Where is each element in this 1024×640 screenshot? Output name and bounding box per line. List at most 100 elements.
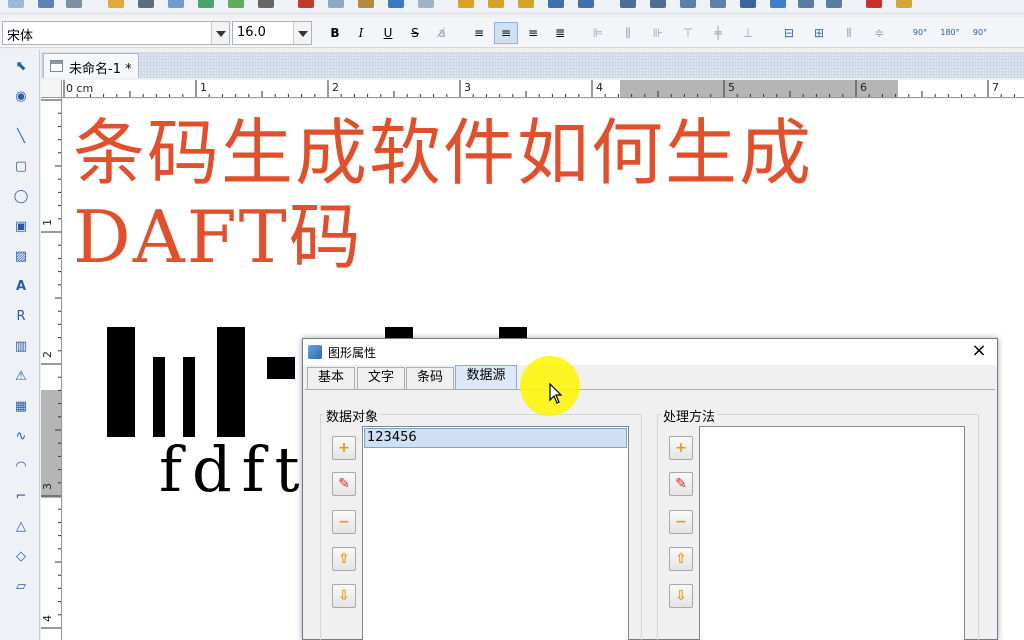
obj-align-left-button[interactable]: ⊫: [586, 22, 610, 44]
align-left-button[interactable]: ≡: [467, 22, 491, 44]
image-tool[interactable]: ▣: [10, 216, 32, 238]
strikethrough-button[interactable]: S: [403, 22, 427, 44]
group-icon[interactable]: [680, 0, 696, 8]
database-icon[interactable]: [198, 0, 214, 8]
align-right-icon: ≡: [527, 26, 539, 40]
undo-icon[interactable]: [388, 0, 404, 8]
remove-data-object-button[interactable]: −: [332, 510, 356, 534]
bold-button[interactable]: B: [323, 22, 347, 44]
zoom-in-icon[interactable]: [458, 0, 474, 8]
obj-align-middle-button[interactable]: ╪: [706, 22, 730, 44]
tab-basic[interactable]: 基本: [307, 367, 355, 389]
save-icon[interactable]: [38, 0, 54, 8]
zoom-fit-icon[interactable]: [518, 0, 534, 8]
text-effect-button[interactable]: a̸: [430, 22, 454, 44]
diamond-tool[interactable]: ◇: [10, 546, 32, 568]
rich-text-tool[interactable]: R: [10, 306, 32, 328]
select-pointer-tool[interactable]: ⬉: [10, 56, 32, 78]
back-icon[interactable]: [650, 0, 666, 8]
text-effect-icon: a̸: [438, 26, 446, 40]
pan-tool[interactable]: ◉: [10, 86, 32, 108]
ruler-v-tick-label: 4: [41, 615, 54, 622]
ungroup-icon[interactable]: [710, 0, 726, 8]
rotate-90-button[interactable]: 90°: [908, 22, 932, 44]
preview-icon[interactable]: [168, 0, 184, 8]
align-icon[interactable]: [798, 0, 814, 8]
rfid-tool[interactable]: ⚠: [10, 366, 32, 388]
polyline-tool[interactable]: ⌐: [10, 486, 32, 508]
tab-text[interactable]: 文字: [357, 367, 405, 389]
obj-align-hcenter-button[interactable]: ⫼: [616, 22, 640, 44]
parallelogram-tool[interactable]: ▱: [10, 576, 32, 598]
lock-icon[interactable]: [740, 0, 756, 8]
text-tool[interactable]: A: [10, 276, 32, 298]
arc-tool[interactable]: ◠: [10, 456, 32, 478]
print-icon[interactable]: [138, 0, 154, 8]
remove-processing-button[interactable]: −: [669, 510, 693, 534]
rectangle-tool[interactable]: ▢: [10, 156, 32, 178]
help-icon[interactable]: [896, 0, 912, 8]
layer-icon[interactable]: [770, 0, 786, 8]
space-horizontal-button[interactable]: ⫴: [837, 22, 861, 44]
export-icon[interactable]: [578, 0, 594, 8]
obj-align-bottom-button[interactable]: ⊥: [736, 22, 760, 44]
move-down-data-object-button[interactable]: ⇩: [332, 584, 356, 608]
align-right-button[interactable]: ≡: [521, 22, 545, 44]
center-horizontal-button[interactable]: ⊟: [777, 22, 801, 44]
add-processing-button[interactable]: +: [669, 436, 693, 460]
chevron-down-icon[interactable]: [211, 22, 229, 44]
link-icon[interactable]: [228, 0, 244, 8]
align-center-button[interactable]: ≡: [494, 22, 518, 44]
rotate-270-button[interactable]: 90°: [968, 22, 992, 44]
list-item[interactable]: 123456: [364, 428, 627, 448]
space-vertical-icon: ≑: [873, 26, 885, 40]
distribute-icon[interactable]: [826, 0, 842, 8]
new-icon[interactable]: [8, 0, 24, 8]
curve-tool[interactable]: ∿: [10, 426, 32, 448]
qrcode-tool[interactable]: ▦: [10, 396, 32, 418]
close-icon[interactable]: ×: [969, 341, 989, 361]
processing-list[interactable]: [699, 426, 965, 640]
tab-barcode[interactable]: 条码: [406, 367, 454, 389]
space-vertical-button[interactable]: ≑: [867, 22, 891, 44]
pdf-icon[interactable]: [866, 0, 882, 8]
dialog-title-bar[interactable]: 图形属性 ×: [303, 339, 997, 365]
title-text-object[interactable]: 条码生成软件如何生成 DAFT码: [73, 111, 973, 279]
settings-icon[interactable]: [108, 0, 124, 8]
vertical-ruler[interactable]: 1 2 3 4: [41, 98, 62, 640]
rotate-180-button[interactable]: 180°: [938, 22, 962, 44]
data-objects-list[interactable]: 123456: [362, 426, 629, 640]
redo-icon[interactable]: [418, 0, 434, 8]
obj-align-top-button[interactable]: ⊤: [676, 22, 700, 44]
line-tool[interactable]: ╲: [10, 126, 32, 148]
ellipse-tool[interactable]: ◯: [10, 186, 32, 208]
horizontal-ruler[interactable]: 0 cm 1 2 3 4 5 6 7: [62, 80, 1024, 98]
document-tab[interactable]: 未命名-1 *: [43, 53, 139, 78]
import-icon[interactable]: [548, 0, 564, 8]
justify-button[interactable]: ≣: [548, 22, 572, 44]
picture-tool[interactable]: ▨: [10, 246, 32, 268]
grid-icon[interactable]: [258, 0, 274, 8]
chevron-down-icon[interactable]: [293, 22, 311, 44]
center-vertical-button[interactable]: ⊞: [807, 22, 831, 44]
edit-data-object-button[interactable]: ✎: [332, 472, 356, 496]
move-up-data-object-button[interactable]: ⇧: [332, 547, 356, 571]
add-data-object-button[interactable]: +: [332, 436, 356, 460]
move-up-processing-button[interactable]: ⇧: [669, 547, 693, 571]
front-icon[interactable]: [620, 0, 636, 8]
obj-align-right-button[interactable]: ⊪: [646, 22, 670, 44]
zoom-out-icon[interactable]: [488, 0, 504, 8]
italic-button[interactable]: I: [349, 22, 373, 44]
cut-icon[interactable]: [298, 0, 314, 8]
save-as-icon[interactable]: [66, 0, 82, 8]
triangle-tool[interactable]: △: [10, 516, 32, 538]
copy-icon[interactable]: [328, 0, 344, 8]
font-size-select[interactable]: 16.0: [232, 21, 312, 45]
paste-icon[interactable]: [358, 0, 374, 8]
font-name-select[interactable]: 宋体: [2, 21, 230, 45]
tab-data-source[interactable]: 数据源: [455, 365, 517, 390]
move-down-processing-button[interactable]: ⇩: [669, 584, 693, 608]
underline-button[interactable]: U: [376, 22, 400, 44]
barcode-tool[interactable]: ▥: [10, 336, 32, 358]
edit-processing-button[interactable]: ✎: [669, 472, 693, 496]
